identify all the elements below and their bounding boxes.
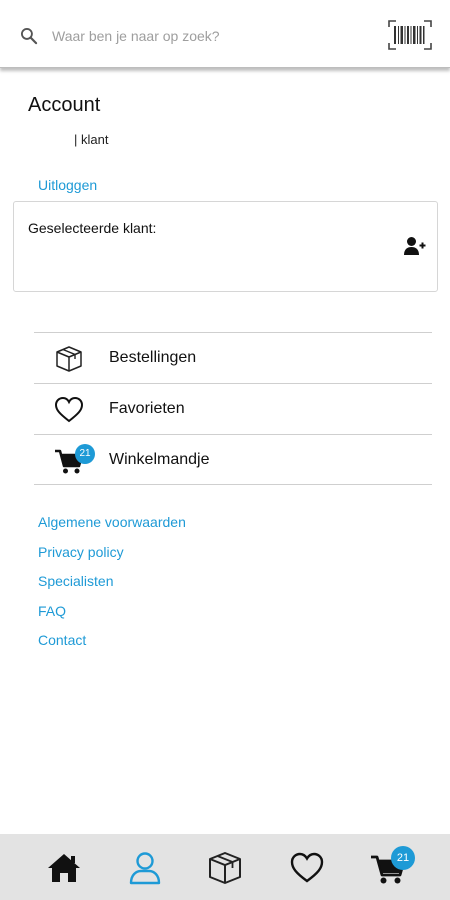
user-icon[interactable] bbox=[127, 850, 163, 886]
menu-item-cart[interactable]: 21 Winkelmandje bbox=[34, 434, 432, 485]
cart-count-badge: 21 bbox=[75, 444, 95, 464]
faq-link[interactable]: FAQ bbox=[38, 601, 186, 631]
menu-item-label: Bestellingen bbox=[109, 349, 197, 366]
logout-link[interactable]: Uitloggen bbox=[38, 177, 97, 193]
selected-customer-label: Geselecteerde klant: bbox=[28, 220, 157, 236]
box-icon bbox=[56, 346, 82, 372]
account-menu: Bestellingen Favorieten 21 Winkelmandje bbox=[34, 332, 432, 485]
privacy-policy-link[interactable]: Privacy policy bbox=[38, 542, 186, 572]
barcode-scan-icon[interactable] bbox=[388, 20, 432, 50]
selected-customer-card: Geselecteerde klant: bbox=[13, 201, 438, 292]
account-role: | klant bbox=[74, 132, 109, 147]
heart-icon bbox=[54, 396, 84, 423]
terms-link[interactable]: Algemene voorwaarden bbox=[38, 512, 186, 542]
add-user-icon[interactable] bbox=[404, 236, 426, 256]
search-bar bbox=[0, 0, 450, 68]
contact-link[interactable]: Contact bbox=[38, 630, 186, 660]
cart-count-badge: 21 bbox=[391, 846, 415, 870]
menu-item-label: Favorieten bbox=[109, 400, 185, 417]
heart-icon[interactable] bbox=[289, 850, 325, 886]
search-icon[interactable] bbox=[19, 26, 39, 46]
nav-cart[interactable]: 21 bbox=[370, 846, 415, 886]
specialists-link[interactable]: Specialisten bbox=[38, 571, 186, 601]
menu-item-label: Winkelmandje bbox=[109, 451, 210, 468]
info-links: Algemene voorwaarden Privacy policy Spec… bbox=[38, 512, 186, 660]
search-input[interactable] bbox=[52, 22, 372, 50]
bottom-nav: 21 bbox=[0, 834, 450, 900]
menu-item-orders[interactable]: Bestellingen bbox=[34, 332, 432, 383]
box-icon[interactable] bbox=[207, 850, 243, 886]
page-title: Account bbox=[28, 94, 101, 116]
menu-item-favorites[interactable]: Favorieten bbox=[34, 383, 432, 434]
home-icon[interactable] bbox=[46, 850, 82, 886]
